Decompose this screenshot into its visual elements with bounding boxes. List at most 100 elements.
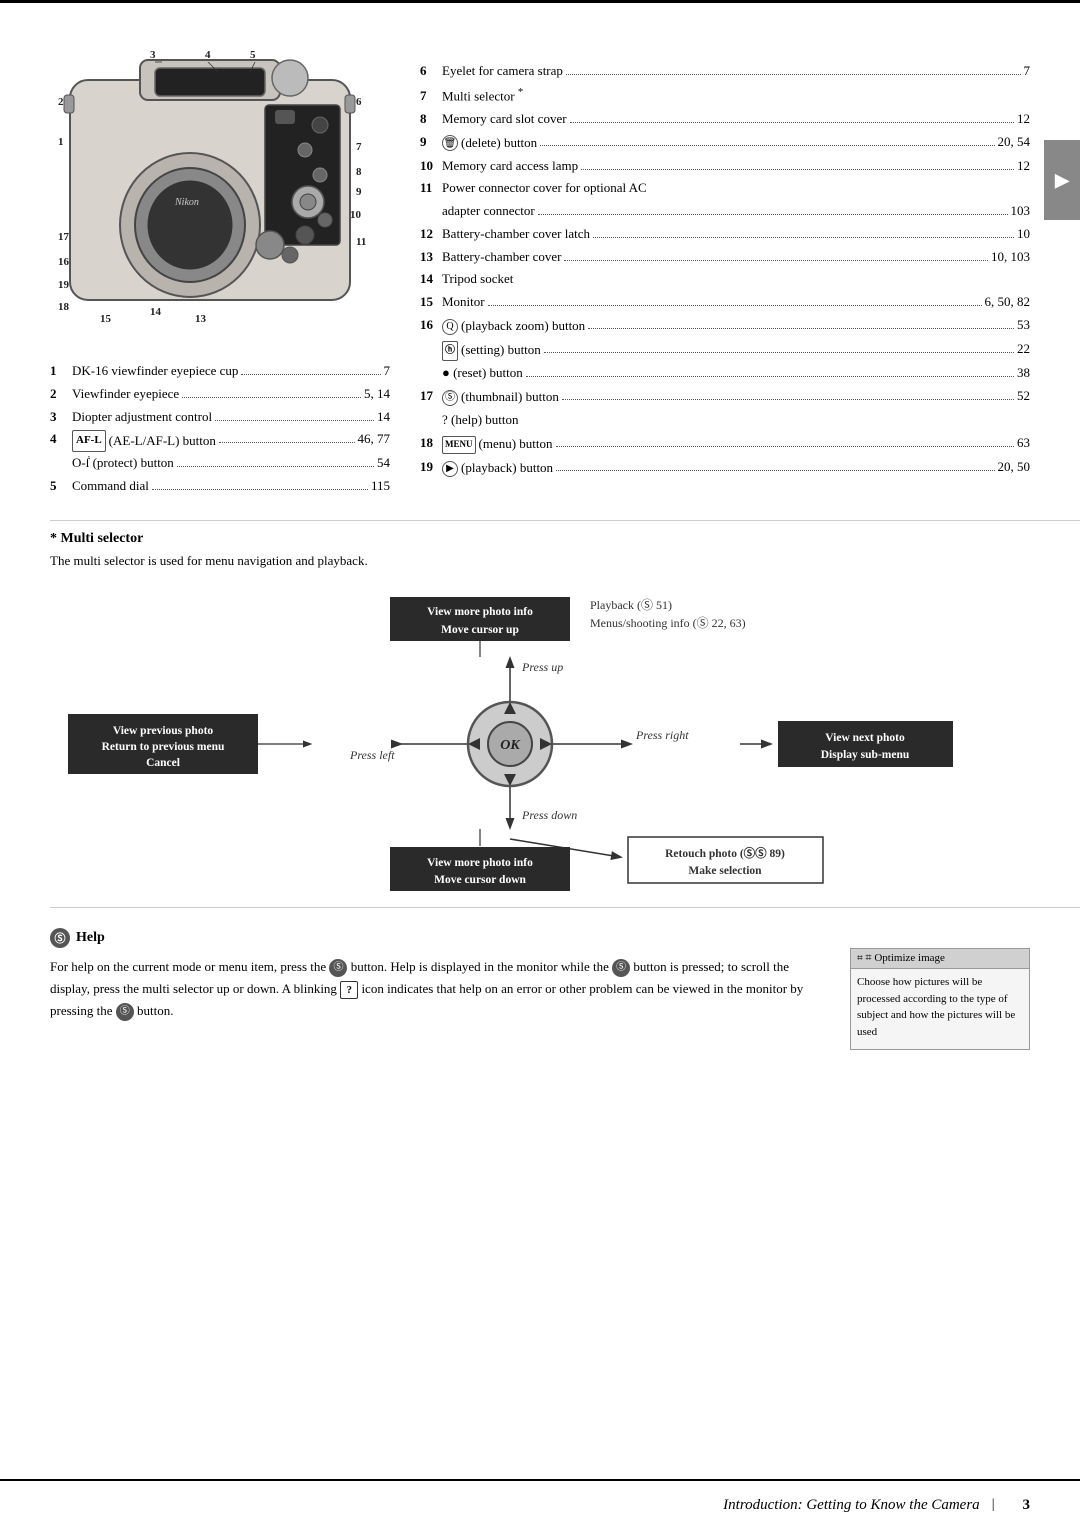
multi-selector-section: * Multi selector The multi selector is u… — [0, 531, 1080, 899]
footer-text: Introduction: Getting to Know the Camera — [723, 1497, 980, 1514]
svg-text:14: 14 — [150, 306, 162, 318]
svg-text:View more photo info: View more photo info — [427, 857, 533, 869]
footer: Introduction: Getting to Know the Camera… — [0, 1479, 1080, 1529]
svg-text:Press left: Press left — [349, 748, 395, 762]
part-page: 46, 77 — [358, 428, 391, 451]
svg-text:View more photo info: View more photo info — [427, 606, 533, 618]
part-num: 12 — [420, 223, 442, 246]
multi-selector-diagram: OK — [60, 589, 1020, 899]
parts-right: 6 Eyelet for camera strap 7 7 Multi sele… — [420, 60, 1030, 480]
svg-text:18: 18 — [58, 301, 70, 313]
part-row-4b: O‑ẛ (protect) button 54 — [50, 452, 390, 475]
part-num: 17 — [420, 385, 442, 408]
part-num: 8 — [420, 108, 442, 131]
help-icon: Ⓢ — [50, 928, 70, 948]
part-row-4: 4 AF‑L (AE-L/AF-L) button 46, 77 — [50, 428, 390, 452]
part-num: 16 — [420, 314, 442, 337]
svg-text:Nikon: Nikon — [174, 197, 199, 208]
part-right-16: 16 Q (playback zoom) button 53 — [420, 314, 1030, 338]
part-name: Viewfinder eyepiece — [72, 383, 179, 406]
part-dots — [556, 470, 994, 471]
footer-separator: | — [992, 1497, 995, 1513]
help-screenshot-body: Choose how pictures will be processed ac… — [851, 969, 1029, 1049]
help-inline-icon-1: Ⓢ — [329, 959, 347, 977]
screenshot-body-text: Choose how pictures will be processed ac… — [857, 976, 1015, 1038]
part-name: ▶ (playback) button — [442, 457, 553, 480]
svg-text:1: 1 — [58, 136, 64, 148]
part-page: 103 — [1011, 200, 1031, 223]
part-right-11: 11 Power connector cover for optional AC… — [420, 177, 1030, 223]
part-page: 38 — [1017, 362, 1030, 385]
part-page: 53 — [1017, 314, 1030, 337]
part-name: AF‑L (AE-L/AF-L) button — [72, 430, 216, 453]
svg-text:Press right: Press right — [635, 728, 689, 742]
part-page: 52 — [1017, 385, 1030, 408]
part-num: 4 — [50, 428, 72, 451]
part-dots — [581, 169, 1014, 170]
multi-selector-title: * Multi selector — [50, 531, 1030, 547]
svg-text:View next photo: View next photo — [825, 732, 905, 744]
help-title-text: Help — [76, 930, 105, 946]
part-dots — [219, 442, 355, 443]
part-dots — [182, 397, 361, 398]
svg-text:6: 6 — [356, 96, 362, 108]
svg-text:View previous photo: View previous photo — [113, 725, 214, 737]
part-name: Tripod socket — [442, 268, 513, 291]
part-num: 13 — [420, 246, 442, 269]
part-num: 7 — [420, 85, 442, 108]
help-text-area: Ⓢ Help For help on the current mode or m… — [50, 928, 820, 1022]
part-name-cont: adapter connector 103 — [442, 200, 1030, 223]
svg-text:Move cursor down: Move cursor down — [434, 874, 526, 886]
part-name: ? (help) button — [442, 409, 519, 432]
svg-text:Press down: Press down — [521, 808, 577, 822]
part-dots — [593, 237, 1014, 238]
help-inline-icon-2: Ⓢ — [612, 959, 630, 977]
part-name: Monitor — [442, 291, 485, 314]
part-num: 5 — [50, 475, 72, 498]
part-name: Battery-chamber cover — [442, 246, 561, 269]
part-name: Ⓢ (thumbnail) button — [442, 386, 559, 409]
part-dots — [570, 122, 1014, 123]
part-right-19: 19 ▶ (playback) button 20, 50 — [420, 456, 1030, 480]
part-dots — [588, 328, 1014, 329]
part-num: 6 — [420, 60, 442, 83]
svg-text:Menus/shooting info (Ⓢ 22, 63): Menus/shooting info (Ⓢ 22, 63) — [590, 616, 746, 630]
part-name: Multi selector * — [442, 83, 523, 108]
part-right-18: 18 MENU (menu) button 63 — [420, 432, 1030, 456]
part-right-9: 9 🗑 (delete) button 20, 54 — [420, 131, 1030, 155]
part-dots — [566, 74, 1021, 75]
svg-text:3: 3 — [150, 50, 156, 61]
help-inline-icon-3: Ⓢ — [116, 1003, 134, 1021]
part-dots — [556, 446, 1014, 447]
part-right-14: 14 Tripod socket — [420, 268, 1030, 291]
multi-selector-description: The multi selector is used for menu navi… — [50, 553, 1030, 569]
part-dots — [538, 214, 1008, 215]
part-num: 15 — [420, 291, 442, 314]
part-name: Q (playback zoom) button — [442, 315, 585, 338]
part-page: 22 — [1017, 338, 1030, 361]
parts-below-camera: 1 DK-16 viewfinder eyepiece cup 7 2 View… — [50, 360, 390, 498]
part-num: 9 — [420, 131, 442, 154]
part-right-7: 7 Multi selector * — [420, 83, 1030, 108]
help-question-icon: ? — [340, 981, 358, 999]
svg-text:13: 13 — [195, 313, 207, 325]
part-dots — [562, 399, 1014, 400]
part-name: Battery-chamber cover latch — [442, 223, 590, 246]
svg-text:10: 10 — [350, 209, 362, 221]
part-row-3: 3 Diopter adjustment control 14 — [50, 406, 390, 429]
screenshot-icon: ⌗ — [857, 953, 863, 964]
svg-text:8: 8 — [356, 166, 362, 178]
part-dots — [488, 305, 982, 306]
part-name: Memory card slot cover — [442, 108, 567, 131]
part-num: 14 — [420, 268, 442, 291]
part-page: 54 — [377, 452, 390, 475]
help-title: Ⓢ Help — [50, 928, 820, 948]
svg-text:9: 9 — [356, 186, 362, 198]
part-num: 2 — [50, 383, 72, 406]
part-page: 10 — [1017, 223, 1030, 246]
page: ▶ — [0, 0, 1080, 1529]
svg-text:4: 4 — [205, 50, 211, 61]
part-right-12: 12 Battery-chamber cover latch 10 — [420, 223, 1030, 246]
part-dots — [526, 376, 1014, 377]
part-page: 14 — [377, 406, 390, 429]
